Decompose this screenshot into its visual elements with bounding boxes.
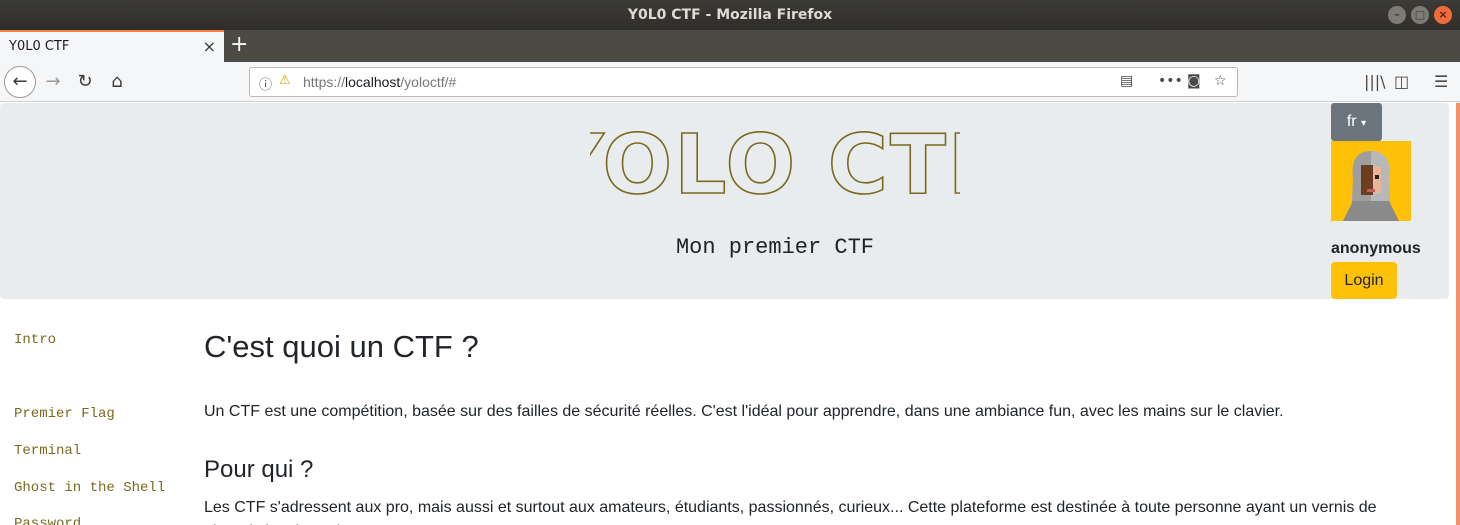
sidebar-item-intro[interactable]: Intro — [14, 332, 56, 348]
navigation-toolbar: ← → ↻ ⌂ ⓘ ⚠ https://localhost/yoloctf/# … — [0, 62, 1460, 102]
language-dropdown-button[interactable]: fr ▾ — [1331, 103, 1382, 141]
window-titlebar: Y0L0 CTF - Mozilla Firefox – □ × — [0, 0, 1460, 30]
back-icon[interactable]: ← — [4, 66, 36, 98]
minimize-button[interactable]: – — [1388, 6, 1406, 24]
login-button[interactable]: Login — [1331, 262, 1397, 299]
pocket-icon[interactable]: ◙ — [1187, 73, 1201, 89]
close-window-button[interactable]: × — [1434, 6, 1452, 24]
more-icon[interactable]: ••• — [1158, 73, 1183, 89]
maximize-button[interactable]: □ — [1411, 6, 1429, 24]
avatar — [1331, 141, 1411, 221]
sidebar-item-ghost-in-the-shell[interactable]: Ghost in the Shell — [14, 480, 165, 496]
forward-icon[interactable]: → — [40, 68, 66, 96]
url-text[interactable]: https://localhost/yoloctf/# — [303, 74, 456, 90]
sidebar-item-password[interactable]: Password — [14, 516, 81, 525]
chevron-down-icon: ▾ — [1361, 118, 1367, 129]
scrollbar[interactable] — [1456, 103, 1460, 525]
info-icon[interactable]: ⓘ — [259, 74, 272, 93]
tab-title: Y0L0 CTF — [9, 39, 70, 54]
window-controls: – □ × — [1388, 6, 1452, 24]
section-heading: Pour qui ? — [204, 456, 314, 483]
home-icon[interactable]: ⌂ — [104, 68, 130, 96]
site-logo: YOLO CTF YOLO CTF — [590, 131, 960, 201]
reader-view-icon[interactable]: ▤ — [1120, 73, 1133, 89]
sidebar-icon[interactable]: ◫ — [1394, 72, 1409, 91]
tab-close-icon[interactable]: × — [203, 37, 216, 56]
tab-strip: Y0L0 CTF × + — [0, 30, 1460, 62]
browser-tab[interactable]: Y0L0 CTF × — [0, 30, 224, 62]
username-label: anonymous — [1331, 240, 1421, 257]
reload-icon[interactable]: ↻ — [72, 68, 98, 96]
library-icon[interactable]: |||\ — [1364, 72, 1386, 91]
insecure-lock-icon[interactable]: ⚠ — [279, 73, 291, 88]
new-tab-button[interactable]: + — [230, 32, 248, 57]
window-title: Y0L0 CTF - Mozilla Firefox — [627, 7, 833, 23]
header-jumbotron: YOLO CTF YOLO CTF Mon premier CTF fr ▾ a… — [0, 103, 1449, 299]
sidebar-item-terminal[interactable]: Terminal — [14, 443, 81, 459]
logo-text-inline: YOLO CTF — [590, 131, 960, 201]
bookmark-star-icon[interactable]: ☆ — [1214, 73, 1227, 89]
page-title: C'est quoi un CTF ? — [204, 329, 479, 364]
page-viewport: YOLO CTF YOLO CTF Mon premier CTF fr ▾ a… — [0, 103, 1460, 525]
intro-paragraph: Un CTF est une compétition, basée sur de… — [204, 403, 1284, 420]
sidebar-item-premier-flag[interactable]: Premier Flag — [14, 406, 115, 422]
hacker-avatar-icon — [1331, 141, 1411, 221]
menu-icon[interactable]: ☰ — [1434, 72, 1448, 91]
audience-paragraph: Les CTF s'adressent aux pro, mais aussi … — [204, 499, 1377, 525]
language-label: fr — [1346, 113, 1357, 130]
url-bar[interactable]: ⓘ ⚠ https://localhost/yoloctf/# ▤ ••• ◙ … — [249, 67, 1238, 97]
site-tagline: Mon premier CTF — [675, 235, 875, 260]
